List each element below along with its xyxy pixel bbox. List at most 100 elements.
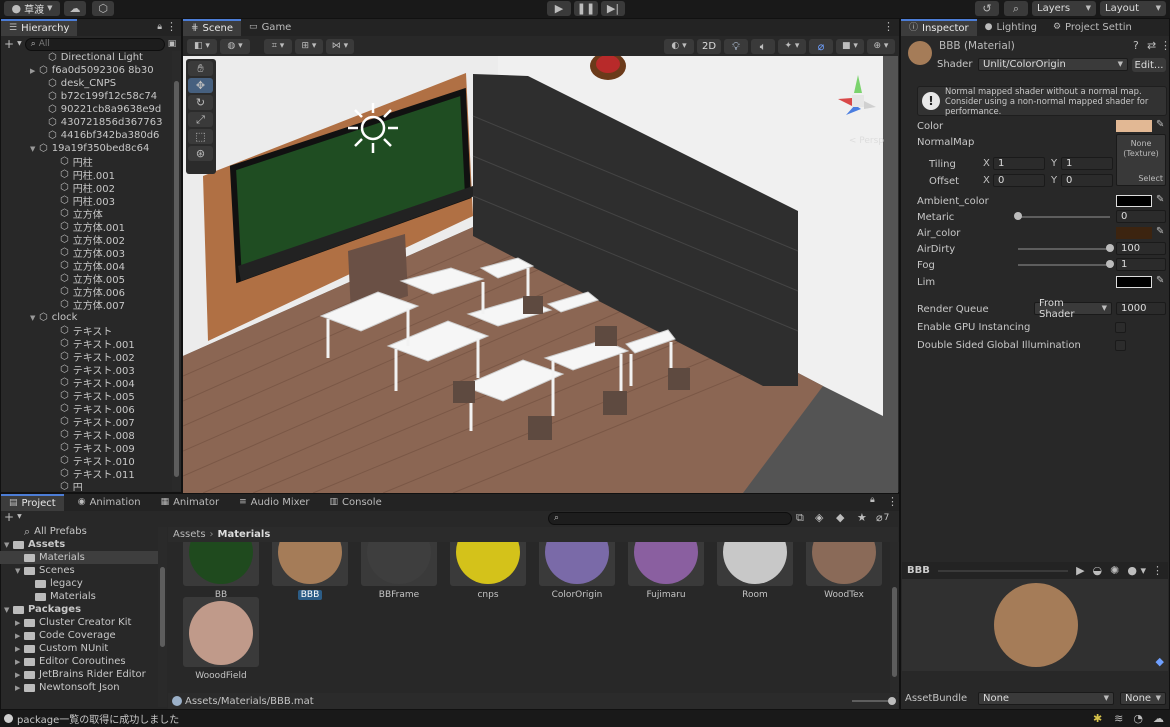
more-icon[interactable]: ⋮ bbox=[166, 21, 177, 32]
folder-item[interactable]: ▼ Packages bbox=[0, 603, 158, 616]
hidden-packages-toggle[interactable]: ⌀ 7 bbox=[876, 512, 889, 523]
render-queue-field[interactable]: 1000 bbox=[1116, 302, 1166, 315]
fold-arrow-icon[interactable]: ▼ bbox=[15, 567, 24, 575]
ambient-color-swatch[interactable] bbox=[1116, 195, 1152, 207]
eyedropper-icon[interactable]: ✎ bbox=[1156, 195, 1164, 205]
debug-icon[interactable]: ✱ bbox=[1093, 713, 1102, 724]
asset-grid-scroll-thumb[interactable] bbox=[892, 587, 897, 677]
scene-viewport[interactable]: < Persp ✋︎ ✥ ↻ ⤢ ⬚ ⊛ bbox=[183, 56, 898, 493]
folder-item[interactable]: ▼ Assets bbox=[0, 538, 158, 551]
tab-project-settings[interactable]: ⚙ Project Settin bbox=[1045, 19, 1134, 36]
cloud-icon[interactable]: ☁ bbox=[1153, 713, 1164, 724]
cloud-button[interactable]: ☁ bbox=[64, 1, 86, 16]
effects-button[interactable]: ✦ ▾ bbox=[778, 38, 806, 54]
folder-item[interactable]: Materials bbox=[0, 590, 158, 603]
help-icon[interactable]: ? bbox=[1133, 40, 1139, 51]
tab-audio-mixer[interactable]: ≡ Audio Mixer bbox=[231, 494, 317, 511]
light-icon[interactable]: ✺ bbox=[1110, 565, 1119, 576]
more-icon[interactable]: ⋮ bbox=[883, 21, 894, 32]
asset-tile[interactable]: cnps bbox=[450, 542, 526, 600]
move-tool[interactable]: ✥ bbox=[188, 78, 213, 93]
offset-y-field[interactable]: 0 bbox=[1061, 174, 1113, 187]
assetbundle-dropdown[interactable]: None ▼ bbox=[978, 692, 1114, 705]
hidden-toggle[interactable]: ⌀ bbox=[809, 38, 833, 54]
status-message[interactable]: package一覧の取得に成功しました bbox=[17, 711, 179, 726]
hierarchy-search[interactable]: ⌕ All bbox=[24, 37, 165, 51]
preset-icon[interactable]: ⇄ bbox=[1147, 40, 1156, 51]
chevron-down-icon[interactable]: ▼ bbox=[17, 41, 22, 47]
tab-hierarchy[interactable]: ☰ Hierarchy bbox=[1, 19, 78, 36]
metaric-field[interactable]: 0 bbox=[1116, 210, 1166, 223]
lock-icon[interactable]: 🔒︎ bbox=[157, 23, 162, 32]
fold-arrow-icon[interactable]: ▶ bbox=[15, 658, 24, 666]
tab-project[interactable]: ▤ Project bbox=[1, 494, 64, 511]
audio-toggle[interactable]: 🔈︎ bbox=[751, 38, 775, 54]
asset-tile[interactable]: WoodTex bbox=[806, 542, 882, 600]
lock-icon[interactable]: 🔒︎ bbox=[870, 496, 875, 505]
folder-item[interactable]: ▶ Editor Coroutines bbox=[0, 655, 158, 668]
shading-button[interactable]: ◐ ▾ bbox=[664, 38, 694, 54]
fold-arrow-icon[interactable]: ▼ bbox=[30, 145, 39, 153]
tab-animator[interactable]: ▦ Animator bbox=[153, 494, 228, 511]
offset-x-field[interactable]: 0 bbox=[993, 174, 1045, 187]
asset-tile[interactable]: Fujimaru bbox=[628, 542, 704, 600]
more-icon[interactable]: ⋮ bbox=[1152, 565, 1163, 576]
pivot-button[interactable]: ⌗ ▾ bbox=[264, 38, 292, 54]
fold-arrow-icon[interactable]: ▶ bbox=[30, 67, 39, 75]
double-sided-checkbox[interactable] bbox=[1115, 340, 1126, 351]
history-button[interactable]: ↺ bbox=[975, 1, 999, 16]
folder-item[interactable]: ▶ Custom NUnit bbox=[0, 642, 158, 655]
fold-arrow-icon[interactable]: ▶ bbox=[15, 619, 24, 627]
tag-icon[interactable]: ◆ bbox=[836, 512, 844, 523]
play-button[interactable]: ▶ bbox=[547, 1, 571, 16]
layout-dropdown[interactable]: Layout ▼ bbox=[1100, 1, 1166, 16]
fold-arrow-icon[interactable]: ▶ bbox=[15, 684, 24, 692]
fog-field[interactable]: 1 bbox=[1116, 258, 1166, 271]
asset-grid-scrollbar[interactable] bbox=[890, 542, 899, 692]
hierarchy-item[interactable]: ⬡ 4416bf342ba380d6 bbox=[1, 129, 171, 142]
hierarchy-item[interactable]: ⬡ Directional Light bbox=[1, 51, 171, 64]
fold-arrow-icon[interactable]: ▼ bbox=[30, 314, 39, 322]
hierarchy-item[interactable]: ⬡ 430721856d367763 bbox=[1, 116, 171, 129]
edit-shader-button[interactable]: Edit... bbox=[1132, 58, 1166, 72]
progress-icon[interactable]: ◔ bbox=[1133, 713, 1143, 724]
breadcrumb-assets[interactable]: Assets bbox=[173, 529, 206, 540]
camera-button[interactable]: ■ ▾ bbox=[836, 38, 864, 54]
more-icon[interactable]: ⋮ bbox=[1160, 40, 1170, 51]
air-color-swatch[interactable] bbox=[1116, 227, 1152, 239]
project-add[interactable]: + ▼ bbox=[4, 511, 22, 523]
add-icon[interactable]: + bbox=[4, 38, 14, 50]
fold-arrow-icon[interactable]: ▼ bbox=[4, 606, 13, 614]
metaric-slider-knob[interactable] bbox=[1014, 212, 1022, 220]
tiling-x-field[interactable]: 1 bbox=[993, 157, 1045, 170]
tiling-y-field[interactable]: 1 bbox=[1061, 157, 1113, 170]
hierarchy-item[interactable]: ⬡ b72c199f12c58c74 bbox=[1, 90, 171, 103]
eyedropper-icon[interactable]: ✎ bbox=[1156, 276, 1164, 286]
fold-arrow-icon[interactable]: ▼ bbox=[4, 541, 13, 549]
folder-item[interactable]: ▶ Newtonsoft Json bbox=[0, 681, 158, 694]
lim-color-swatch[interactable] bbox=[1116, 276, 1152, 288]
project-search[interactable]: ⌕ bbox=[548, 512, 792, 525]
filter-label-icon[interactable]: ◈ bbox=[815, 512, 823, 523]
rect-tool[interactable]: ⬚ bbox=[188, 129, 213, 144]
draw-mode-button[interactable]: ◧ ▾ bbox=[187, 38, 217, 54]
assetbundle-variant-dropdown[interactable]: None ▼ bbox=[1120, 692, 1166, 705]
eyedropper-icon[interactable]: ✎ bbox=[1156, 227, 1164, 237]
fold-arrow-icon[interactable]: ▶ bbox=[15, 671, 24, 679]
fog-slider-knob[interactable] bbox=[1106, 260, 1114, 268]
gizmos-button[interactable]: ⊕ ▾ bbox=[867, 38, 895, 54]
hierarchy-item[interactable]: ⬡ テキスト.011 bbox=[1, 467, 171, 481]
filter-icon[interactable]: ▣ bbox=[168, 39, 177, 49]
airdirty-slider[interactable] bbox=[1018, 248, 1110, 250]
thumbnail-size-knob[interactable] bbox=[888, 697, 896, 705]
collab-button[interactable]: ⬡ bbox=[92, 1, 114, 16]
asset-tile[interactable]: Room bbox=[717, 542, 793, 600]
toggle-2d-button[interactable]: 2D bbox=[697, 38, 721, 54]
tab-lighting[interactable]: ● Lighting bbox=[977, 19, 1045, 36]
hierarchy-item[interactable]: ⬡ 立方体.007 bbox=[1, 298, 171, 312]
play-icon[interactable]: ▶ bbox=[1076, 565, 1084, 576]
metaric-slider[interactable] bbox=[1018, 216, 1110, 218]
hierarchy-scroll-thumb[interactable] bbox=[174, 81, 179, 477]
shader-dropdown[interactable]: Unlit/ColorOrigin ▼ bbox=[978, 58, 1128, 71]
folder-item[interactable]: ⌕ All Prefabs bbox=[0, 525, 158, 538]
